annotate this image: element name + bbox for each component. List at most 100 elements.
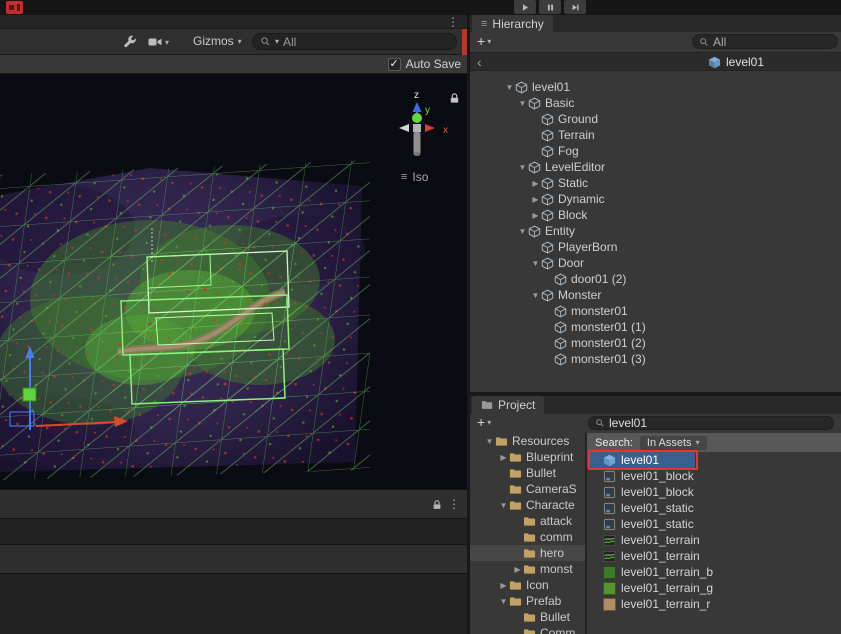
chevron-down-icon: ▾	[238, 37, 242, 46]
hierarchy-item[interactable]: Ground	[470, 111, 841, 127]
foldout-icon[interactable]: ▼	[517, 163, 528, 172]
result-item[interactable]: level01_terrain	[587, 532, 841, 548]
foldout-icon[interactable]: ▼	[517, 227, 528, 236]
result-label: level01_terrain	[621, 549, 700, 563]
folder-item[interactable]: Bullet	[470, 609, 585, 625]
hierarchy-item[interactable]: Terrain	[470, 127, 841, 143]
folder-item[interactable]: ▼Resources	[470, 433, 585, 449]
folder-item-selected[interactable]: hero	[470, 545, 585, 561]
foldout-icon[interactable]: ▶	[512, 565, 523, 574]
foldout-icon[interactable]: ▼	[498, 597, 509, 606]
hierarchy-tab-label: Hierarchy	[492, 17, 543, 31]
hierarchy-item-label: Dynamic	[558, 192, 605, 206]
result-item-selected[interactable]: level01	[587, 452, 695, 468]
hierarchy-item[interactable]: ▶ Dynamic	[470, 191, 841, 207]
breadcrumb[interactable]: level01	[708, 55, 764, 69]
folder-icon	[495, 435, 508, 448]
hierarchy-item[interactable]: ▼Entity	[470, 223, 841, 239]
foldout-icon[interactable]: ▶	[498, 453, 509, 462]
scene-pane-header-strip: ⋮	[0, 15, 467, 29]
tools-icon[interactable]	[122, 35, 138, 50]
kebab-menu-icon[interactable]: ⋮	[448, 498, 460, 510]
terrain-icon	[603, 534, 616, 547]
kebab-menu-icon[interactable]: ⋮	[447, 16, 459, 28]
hierarchy-item[interactable]: monster01 (2)	[470, 335, 841, 351]
lock-icon[interactable]	[448, 92, 461, 105]
chevron-down-icon: ▾	[275, 37, 279, 46]
folder-item[interactable]: attack	[470, 513, 585, 529]
foldout-icon[interactable]: ▼	[530, 291, 541, 300]
folder-item[interactable]: Bullet	[470, 465, 585, 481]
tab-hierarchy[interactable]: ≡ Hierarchy	[472, 15, 553, 32]
foldout-icon[interactable]: ▶	[530, 211, 541, 220]
hierarchy-item[interactable]: Fog	[470, 143, 841, 159]
lock-icon[interactable]	[431, 499, 443, 511]
play-button[interactable]	[514, 0, 536, 14]
step-button[interactable]	[564, 0, 586, 14]
hierarchy-item[interactable]: ▶Static	[470, 175, 841, 191]
foldout-icon[interactable]: ▼	[517, 99, 528, 108]
hierarchy-item[interactable]: ▼Monster	[470, 287, 841, 303]
project-folder-tree: ▼Resources ▶Blueprint Bullet CameraS ▼Ch…	[470, 433, 585, 634]
result-item[interactable]: level01_terrain_r	[587, 596, 841, 612]
result-item[interactable]: level01_block	[587, 484, 841, 500]
folder-item[interactable]: CameraS	[470, 481, 585, 497]
folder-icon	[509, 483, 522, 496]
foldout-icon[interactable]: ▶	[530, 179, 541, 188]
hierarchy-item[interactable]: monster01 (3)	[470, 351, 841, 367]
hierarchy-item[interactable]: PlayerBorn	[470, 239, 841, 255]
foldout-icon[interactable]: ▼	[530, 259, 541, 268]
result-label: level01_block	[621, 485, 694, 499]
folder-item[interactable]: ▼Prefab	[470, 593, 585, 609]
project-tab-label: Project	[498, 398, 535, 412]
add-asset-button[interactable]: + ▾	[477, 414, 491, 430]
foldout-icon[interactable]: ▶	[530, 195, 541, 204]
hierarchy-item-label: Fog	[558, 144, 579, 158]
folder-item[interactable]: comm	[470, 529, 585, 545]
folder-item[interactable]: ▼Characte	[470, 497, 585, 513]
hierarchy-search-input[interactable]: All	[692, 34, 838, 49]
folder-item[interactable]: ▶monst	[470, 561, 585, 577]
folder-item[interactable]: ▶Icon	[470, 577, 585, 593]
hierarchy-item[interactable]: ▼Door	[470, 255, 841, 271]
back-button[interactable]: ‹	[477, 54, 482, 70]
folder-item[interactable]: ▶Blueprint	[470, 449, 585, 465]
hierarchy-item[interactable]: monster01 (1)	[470, 319, 841, 335]
hierarchy-item[interactable]: ▶Block	[470, 207, 841, 223]
project-search-input[interactable]: level01	[588, 416, 834, 430]
cube-icon	[541, 209, 554, 222]
hierarchy-item[interactable]: ▼ level01	[470, 79, 841, 95]
folder-icon	[509, 579, 522, 592]
result-item[interactable]: level01_terrain_g	[587, 580, 841, 596]
hierarchy-item-label: level01	[532, 80, 570, 94]
foldout-icon[interactable]: ▼	[504, 83, 515, 92]
scene-view[interactable]: z y x ≡ Iso	[0, 74, 467, 489]
scope-dropdown[interactable]: In Assets ▾	[640, 436, 707, 450]
gizmos-dropdown[interactable]: Gizmos ▾	[193, 34, 242, 48]
result-item[interactable]: level01_block	[587, 468, 841, 484]
hierarchy-item[interactable]: monster01	[470, 303, 841, 319]
hierarchy-item[interactable]: ▼LevelEditor	[470, 159, 841, 175]
result-item[interactable]: level01_terrain_b	[587, 564, 841, 580]
scene-search-input[interactable]: ▾ All	[252, 33, 457, 50]
project-tab-strip: Project	[470, 396, 841, 414]
result-item[interactable]: level01_terrain	[587, 548, 841, 564]
result-item[interactable]: level01_static	[587, 516, 841, 532]
foldout-icon[interactable]: ▶	[498, 581, 509, 590]
folder-item[interactable]: Comm	[470, 625, 585, 634]
scene-camera-dropdown[interactable]: ▾	[148, 35, 169, 49]
tab-project[interactable]: Project	[472, 396, 544, 414]
pause-button[interactable]	[539, 0, 561, 14]
hierarchy-item[interactable]: door01 (2)	[470, 271, 841, 287]
foldout-icon[interactable]: ▼	[484, 437, 495, 446]
add-gameobject-button[interactable]: + ▾	[477, 33, 491, 49]
cube-icon	[554, 337, 567, 350]
collapsed-panel-header[interactable]: ⋮	[0, 489, 467, 519]
hierarchy-item[interactable]: ▼Basic	[470, 95, 841, 111]
result-item[interactable]: level01_static	[587, 500, 841, 516]
foldout-icon[interactable]: ▼	[498, 501, 509, 510]
autosave-checkbox[interactable]: ✓	[388, 58, 401, 71]
collapsed-panel-header[interactable]	[0, 544, 467, 574]
autosave-toggle[interactable]: ✓ Auto Save	[388, 57, 461, 71]
iso-projection-button[interactable]: ≡ Iso	[401, 170, 428, 184]
